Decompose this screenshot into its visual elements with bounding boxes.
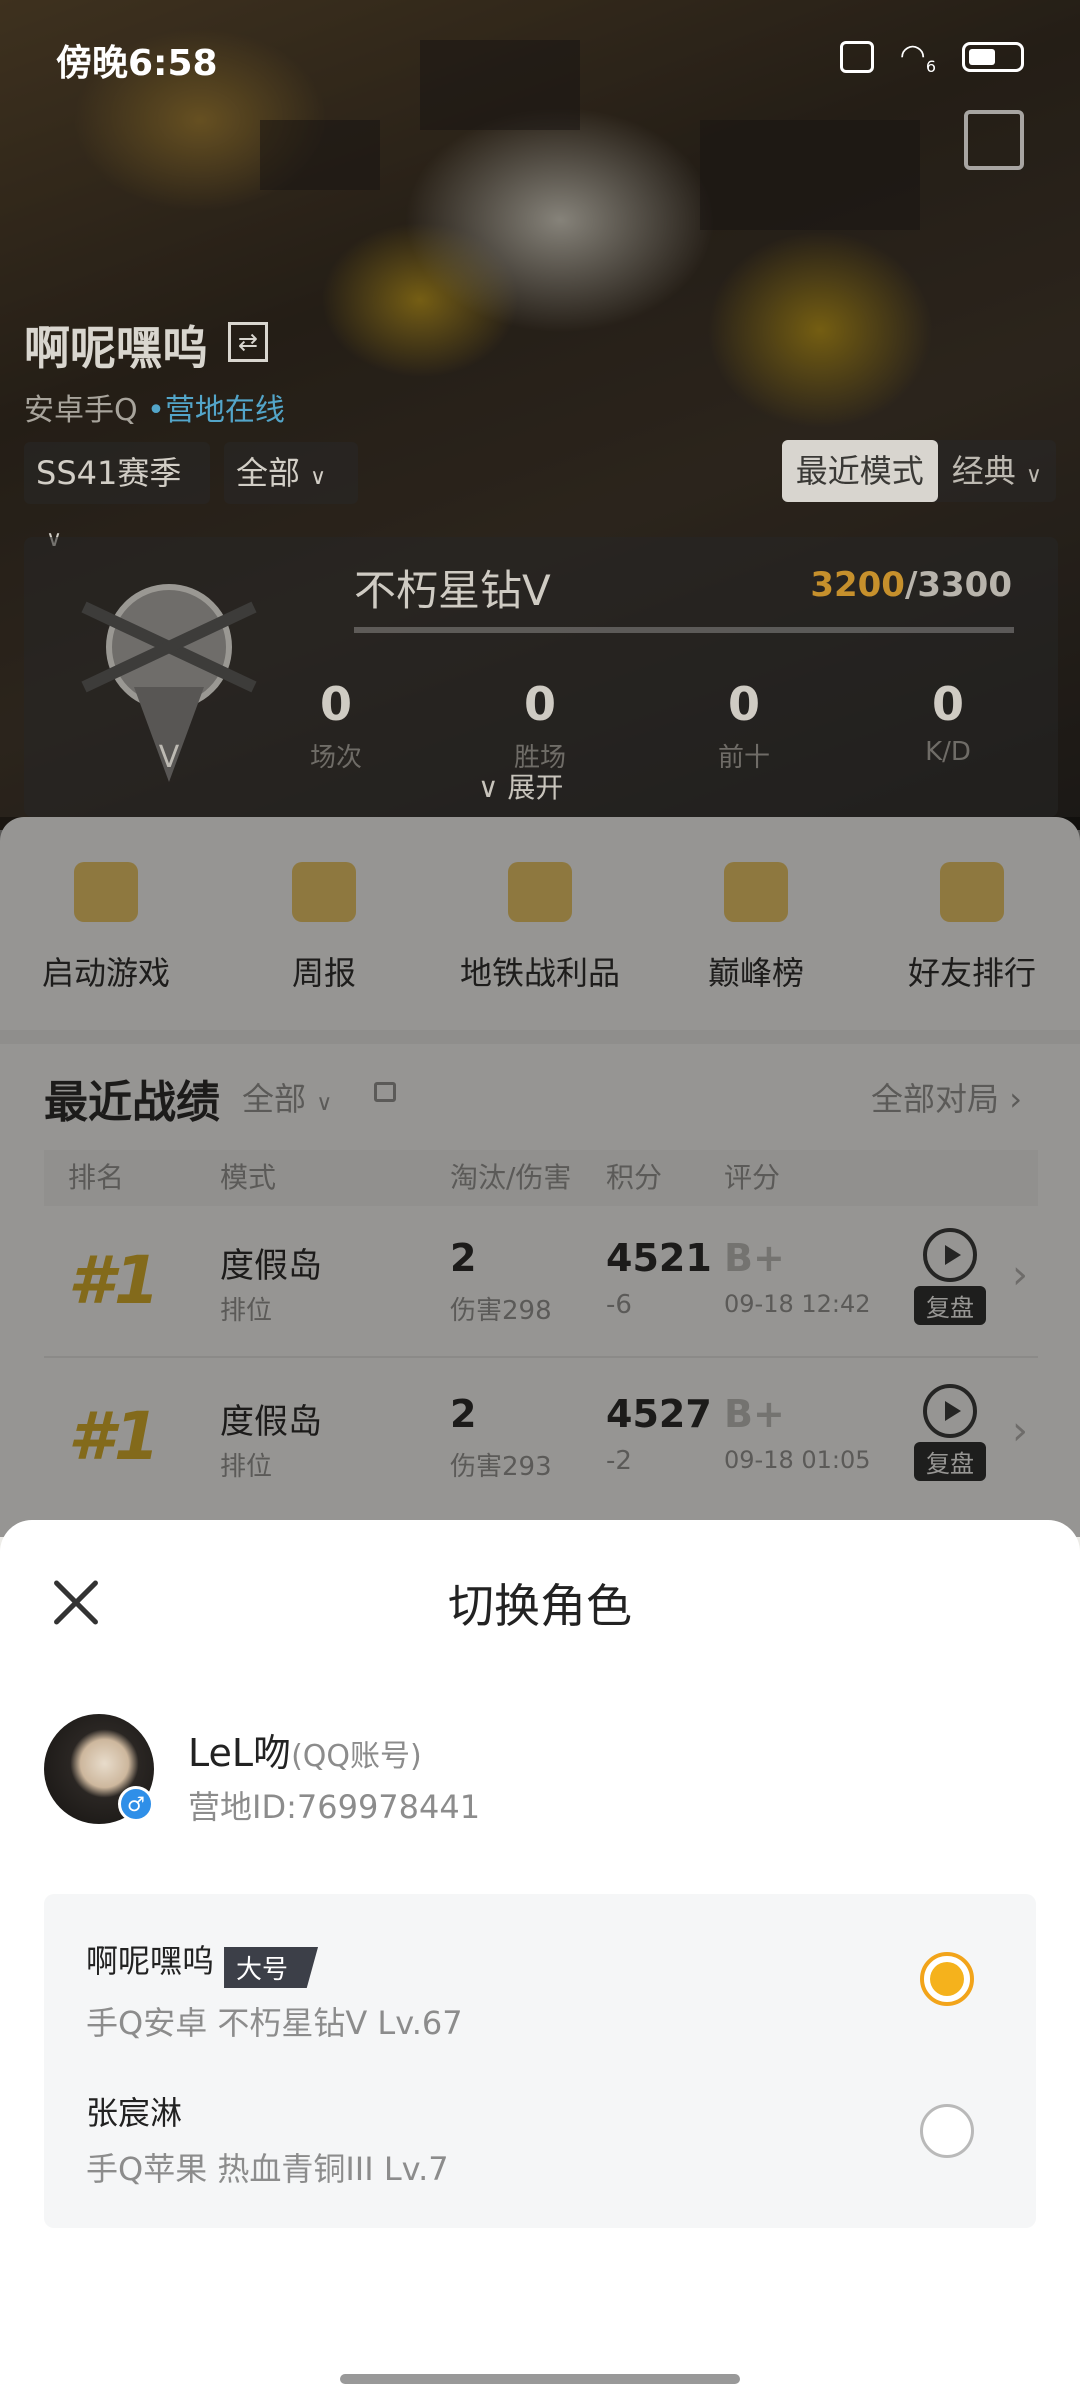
- account-name: LeL吻(QQ账号): [188, 1731, 422, 1775]
- season-dropdown[interactable]: SS41赛季∨: [24, 442, 210, 552]
- role-radio-selected[interactable]: [920, 1952, 974, 2006]
- role-radio-unselected[interactable]: [920, 2104, 974, 2158]
- rank-score: 3200/3300: [810, 565, 1012, 605]
- season-label: SS41赛季: [36, 454, 182, 492]
- stat-kd: 0 K/D: [925, 677, 971, 767]
- tab-classic[interactable]: 经典 ∨: [938, 440, 1056, 502]
- svg-text:V: V: [159, 740, 180, 775]
- share-icon[interactable]: [964, 110, 1024, 170]
- male-icon: ♂: [118, 1786, 154, 1822]
- main-account-badge: 大号: [224, 1947, 319, 1988]
- stat-wins: 0 胜场: [513, 677, 566, 773]
- online-status: 营地在线: [164, 393, 285, 428]
- status-icons: ◠6: [839, 38, 1024, 76]
- role-item-main[interactable]: 啊呢嘿呜 大号 手Q安卓 不朽星钻V Lv.67: [86, 1936, 986, 2046]
- scope-dropdown[interactable]: 全部 ∨: [224, 442, 358, 504]
- scope-label: 全部: [236, 454, 301, 492]
- switch-role-sheet: 切换角色 ♂ LeL吻(QQ账号) 营地ID:769978441 啊呢嘿呜 大号 …: [0, 1520, 1080, 2400]
- mode-tabs: 最近模式 经典 ∨: [781, 440, 1056, 502]
- role-list: 啊呢嘿呜 大号 手Q安卓 不朽星钻V Lv.67 张宸淋 手Q苹果 热血青铜III…: [44, 1894, 1036, 2228]
- rank-tier: 不朽星钻V: [354, 566, 551, 615]
- role-name: 张宸淋: [86, 2094, 183, 2132]
- rank-progress-bar: [354, 627, 1014, 633]
- home-indicator[interactable]: [340, 2374, 740, 2384]
- role-name: 啊呢嘿呜: [86, 1942, 215, 1980]
- role-item-secondary[interactable]: 张宸淋 手Q苹果 热血青铜III Lv.7: [86, 2088, 986, 2198]
- chevron-down-icon: ∨: [310, 465, 327, 490]
- sheet-title: 切换角色: [448, 1579, 632, 1633]
- status-bar: 傍晚6:58 ◠6: [56, 28, 1024, 84]
- expand-button[interactable]: ∨ 展开: [478, 766, 563, 806]
- switch-account-icon[interactable]: ⇄: [228, 322, 268, 362]
- profile-name: 啊呢嘿呜: [24, 321, 208, 375]
- rank-emblem-icon: V: [81, 584, 257, 782]
- battery-icon: [962, 42, 1024, 72]
- role-desc: 手Q苹果 热血青铜III Lv.7: [86, 2150, 449, 2188]
- tab-recent-mode[interactable]: 最近模式: [781, 440, 938, 502]
- wifi-icon: ◠6: [899, 38, 936, 76]
- account-id: 营地ID:769978441: [188, 1788, 481, 1826]
- role-desc: 手Q安卓 不朽星钻V Lv.67: [86, 2004, 463, 2042]
- chevron-down-icon: ∨: [478, 771, 499, 804]
- sim-off-icon: [839, 41, 874, 73]
- platform-label: 安卓手Q: [24, 393, 138, 428]
- profile-subtitle: 安卓手Q •营地在线: [24, 393, 285, 428]
- dim-overlay: [0, 817, 1080, 1537]
- status-time: 傍晚6:58: [56, 43, 218, 84]
- stat-top10: 0 前十: [717, 677, 770, 773]
- stat-games: 0 场次: [309, 677, 362, 773]
